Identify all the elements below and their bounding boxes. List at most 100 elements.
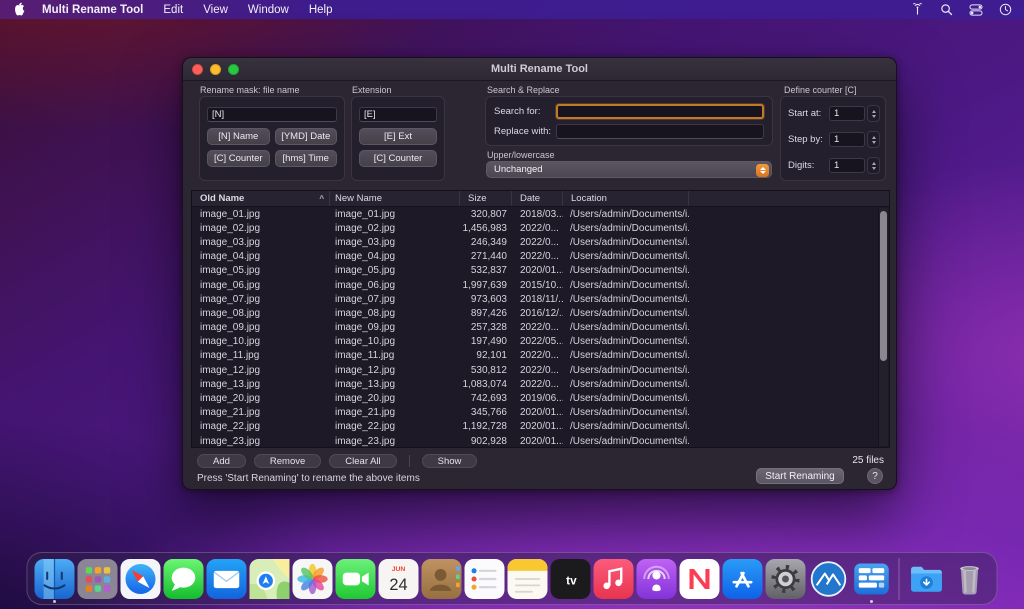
dock-icon-peak-app[interactable]: [809, 557, 849, 601]
mask-token-button-2[interactable]: [C] Counter: [207, 150, 270, 167]
dock-icon-app-store[interactable]: [723, 557, 763, 601]
mask-token-button-1[interactable]: [YMD] Date: [275, 128, 338, 145]
table-row[interactable]: image_05.jpgimage_05.jpg532,8372020/01..…: [192, 264, 889, 278]
dock-icon-maps[interactable]: [250, 557, 290, 601]
dock-icon-system-preferences[interactable]: [766, 557, 806, 601]
table-row[interactable]: image_06.jpgimage_06.jpg1,997,6392015/10…: [192, 278, 889, 292]
stepper-control[interactable]: [867, 105, 880, 122]
dock-separator: [899, 558, 900, 600]
clear-all-button[interactable]: Clear All: [329, 454, 396, 468]
remove-button[interactable]: Remove: [254, 454, 321, 468]
dock-icon-news[interactable]: [680, 557, 720, 601]
dock-icon-trash[interactable]: [950, 557, 990, 601]
replace-with-input[interactable]: [556, 124, 764, 139]
table-row[interactable]: image_22.jpgimage_22.jpg1,192,7282020/01…: [192, 420, 889, 434]
extension-token-button-0[interactable]: [E] Ext: [359, 128, 437, 145]
start-renaming-button[interactable]: Start Renaming: [756, 468, 844, 484]
control-center-icon[interactable]: [969, 4, 983, 16]
column-header-size[interactable]: Size: [460, 191, 512, 206]
cell-date: 2022/05...: [512, 335, 563, 349]
dock-icon-contacts[interactable]: [422, 557, 462, 601]
counter-row-value[interactable]: 1: [829, 158, 865, 173]
dock-icon-messages[interactable]: [164, 557, 204, 601]
stepper-control[interactable]: [867, 131, 880, 148]
cell-new: image_02.jpg: [330, 221, 460, 235]
dock-icon-photos[interactable]: [293, 557, 333, 601]
cell-new: image_01.jpg: [330, 207, 460, 221]
footer-buttons: Add Remove Clear All Show: [197, 454, 477, 468]
column-header-old-name[interactable]: Old Name^: [192, 191, 330, 206]
cell-loc: /Users/admin/Documents/i...: [563, 391, 689, 405]
dock-icon-rename-tool[interactable]: [852, 557, 892, 601]
column-header-new-name[interactable]: New Name: [330, 191, 460, 206]
table-row[interactable]: image_10.jpgimage_10.jpg197,4902022/05..…: [192, 335, 889, 349]
dock-icon-notes[interactable]: [508, 557, 548, 601]
extension-token-button-1[interactable]: [C] Counter: [359, 150, 437, 167]
table-row[interactable]: image_01.jpgimage_01.jpg320,8072018/03..…: [192, 207, 889, 221]
cell-blank: [689, 306, 889, 320]
mask-token-button-0[interactable]: [N] Name: [207, 128, 270, 145]
table-row[interactable]: image_04.jpgimage_04.jpg271,4402022/0...…: [192, 250, 889, 264]
dock-icon-safari[interactable]: [121, 557, 161, 601]
dock-icon-downloads[interactable]: [907, 557, 947, 601]
cell-blank: [689, 349, 889, 363]
dock-icon-tv[interactable]: tv: [551, 557, 591, 601]
show-button[interactable]: Show: [422, 454, 478, 468]
cell-loc: /Users/admin/Documents/i...: [563, 207, 689, 221]
mask-token-button-3[interactable]: [hms] Time: [275, 150, 338, 167]
counter-row-value[interactable]: 1: [829, 106, 865, 121]
column-header-location[interactable]: Location: [563, 191, 689, 206]
scrollbar-thumb[interactable]: [880, 211, 887, 361]
dock-icon-music[interactable]: [594, 557, 634, 601]
help-button[interactable]: ?: [867, 468, 883, 484]
cell-size: 902,928: [460, 434, 512, 448]
table-row[interactable]: image_11.jpgimage_11.jpg92,1012022/0.../…: [192, 349, 889, 363]
menu-item-app[interactable]: Multi Rename Tool: [34, 4, 153, 16]
table-row[interactable]: image_09.jpgimage_09.jpg257,3282022/0...…: [192, 321, 889, 335]
file-table: Old Name^New NameSizeDateLocation image_…: [191, 190, 890, 448]
wireless-status-icon[interactable]: [911, 3, 924, 16]
cell-blank: [689, 221, 889, 235]
cell-old: image_20.jpg: [192, 391, 330, 405]
stepper-control[interactable]: [867, 157, 880, 174]
table-row[interactable]: image_12.jpgimage_12.jpg530,8122022/0...…: [192, 363, 889, 377]
table-scrollbar[interactable]: [878, 208, 888, 446]
table-row[interactable]: image_03.jpgimage_03.jpg246,3492022/0...…: [192, 235, 889, 249]
table-row[interactable]: image_23.jpgimage_23.jpg902,9282020/01..…: [192, 434, 889, 448]
table-row[interactable]: image_02.jpgimage_02.jpg1,456,9832022/0.…: [192, 221, 889, 235]
dock-icon-podcasts[interactable]: [637, 557, 677, 601]
table-row[interactable]: image_07.jpgimage_07.jpg973,6032018/11/.…: [192, 292, 889, 306]
dock-icon-launchpad[interactable]: [78, 557, 118, 601]
case-select[interactable]: Unchanged: [486, 161, 772, 178]
title-bar[interactable]: Multi Rename Tool: [183, 58, 896, 81]
dock-icon-finder[interactable]: [35, 557, 75, 601]
add-button[interactable]: Add: [197, 454, 246, 468]
menu-item-window[interactable]: Window: [238, 4, 299, 16]
menu-item-help[interactable]: Help: [299, 4, 343, 16]
menu-item-edit[interactable]: Edit: [153, 4, 193, 16]
table-row[interactable]: image_13.jpgimage_13.jpg1,083,0742022/0.…: [192, 377, 889, 391]
column-header-date[interactable]: Date: [512, 191, 563, 206]
dock-icon-reminders[interactable]: [465, 557, 505, 601]
cell-new: image_21.jpg: [330, 406, 460, 420]
counter-row-value[interactable]: 1: [829, 132, 865, 147]
table-row[interactable]: image_20.jpgimage_20.jpg742,6932019/06..…: [192, 391, 889, 405]
cell-new: image_06.jpg: [330, 278, 460, 292]
cell-new: image_04.jpg: [330, 250, 460, 264]
rename-mask-input[interactable]: [207, 107, 337, 122]
menu-item-view[interactable]: View: [193, 4, 238, 16]
dock-icon-calendar[interactable]: JUN24: [379, 557, 419, 601]
extension-input[interactable]: [359, 107, 437, 122]
apple-icon: [12, 2, 25, 17]
search-for-input[interactable]: [556, 104, 764, 119]
dock-icon-mail[interactable]: [207, 557, 247, 601]
apple-menu[interactable]: [12, 2, 34, 17]
table-body: image_01.jpgimage_01.jpg320,8072018/03..…: [192, 207, 889, 448]
table-row[interactable]: image_21.jpgimage_21.jpg345,7662020/01..…: [192, 406, 889, 420]
cell-date: 2015/10...: [512, 278, 563, 292]
table-row[interactable]: image_08.jpgimage_08.jpg897,4262016/12/.…: [192, 306, 889, 320]
dock-icon-facetime[interactable]: [336, 557, 376, 601]
clock-icon[interactable]: [999, 3, 1012, 16]
cell-loc: /Users/admin/Documents/i...: [563, 221, 689, 235]
search-icon[interactable]: [940, 3, 953, 16]
